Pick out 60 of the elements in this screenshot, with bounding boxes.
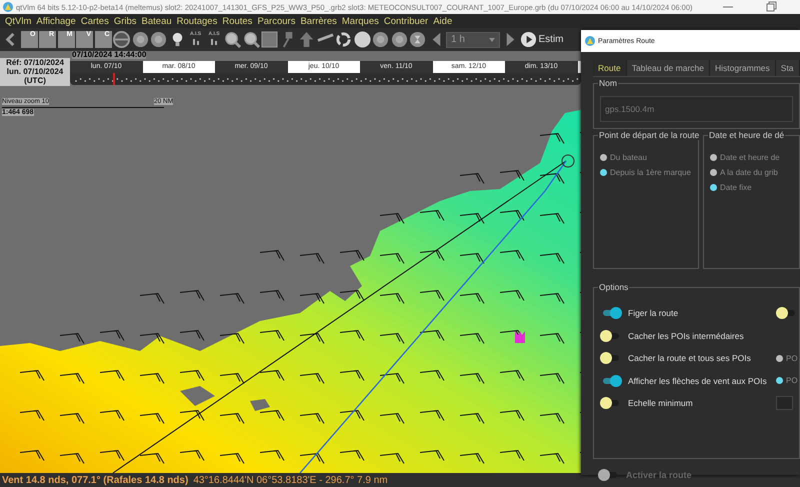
menu-item[interactable]: Contribuer — [384, 16, 428, 26]
menu-item[interactable]: Affichage — [36, 16, 76, 26]
position-reading: 43°16.8444'N 06°53.8183'E - 296.7° 7.9 nm — [193, 475, 388, 486]
sphere-icon[interactable] — [354, 31, 370, 48]
tab[interactable]: Histogrammes — [710, 60, 776, 76]
menu-item[interactable]: Bateau — [142, 16, 172, 26]
circle-icon[interactable] — [113, 31, 130, 48]
menu-item[interactable]: Barrères — [300, 16, 337, 26]
option-label: Cacher les POIs intermédaires — [628, 330, 745, 341]
app-logo-icon — [3, 2, 13, 12]
tab[interactable]: Sta — [776, 60, 800, 76]
disc-icon[interactable] — [390, 31, 408, 48]
menu-item[interactable]: Parcours — [257, 16, 296, 26]
radio-option[interactable]: Du bateau — [600, 150, 692, 165]
square-icon[interactable] — [261, 31, 278, 48]
option-label: Echelle minimum — [628, 398, 694, 408]
menu-item[interactable]: Gribs — [114, 16, 137, 26]
radio-option[interactable]: PO — [776, 350, 798, 366]
radio-option[interactable]: A la date du grib — [710, 165, 793, 180]
current-time: 07/10/2024 14:44:00 — [72, 51, 146, 59]
radio-option[interactable]: Depuis la 1ère marque — [600, 165, 692, 180]
bars-icon — [190, 37, 200, 45]
option-label: Cacher la route et tous ses POIs — [628, 353, 752, 364]
input-field[interactable] — [776, 396, 793, 410]
disc-icon[interactable] — [132, 31, 148, 48]
group-title: Date et heure de dé — [708, 130, 786, 140]
app-logo-icon — [585, 36, 595, 46]
hourglass-icon[interactable] — [409, 31, 426, 48]
disc-icon[interactable] — [372, 31, 389, 48]
timeline-track[interactable] — [70, 73, 581, 85]
menu-item[interactable]: Marques — [342, 16, 379, 26]
menu-item[interactable]: QtVlm — [5, 16, 32, 26]
radio-option[interactable]: PO — [776, 373, 798, 388]
radio-option[interactable]: Date et heure de — [710, 150, 793, 165]
tab[interactable]: Tableau de marche — [626, 60, 710, 76]
play-icon[interactable] — [520, 31, 537, 48]
menu-item[interactable]: Routes — [222, 16, 252, 26]
menu-item[interactable]: Aide — [433, 16, 452, 26]
menu-item[interactable]: Cartes — [80, 16, 109, 26]
radio-option[interactable]: Date fixe — [710, 180, 793, 195]
disc-icon[interactable] — [150, 31, 167, 48]
reference-date: Réf: 07/10/2024 — [6, 58, 64, 67]
group-title: Nom — [598, 78, 618, 88]
group-title: Point de départ de la route — [598, 130, 700, 140]
toolbar-label[interactable]: Estim — [538, 34, 564, 45]
magnifier-icon[interactable] — [242, 31, 260, 48]
bars-icon — [209, 37, 219, 45]
group-title: Options — [598, 282, 630, 292]
refresh-icon[interactable] — [335, 31, 352, 48]
caret-icon — [489, 38, 495, 42]
option-label: Activer la route — [626, 470, 692, 480]
time-marker[interactable] — [113, 73, 115, 85]
current-date: lun. 07/10/2024 — [6, 67, 64, 76]
option-label: Figer la route — [628, 308, 680, 318]
timezone-label: (UTC) — [24, 76, 46, 85]
option-label: Afficher les flèches de vent aux POIs — [628, 376, 768, 386]
magnifier-icon[interactable] — [224, 31, 241, 48]
up-arrow-icon[interactable] — [298, 31, 315, 48]
menu-item[interactable]: Routages — [176, 16, 218, 26]
wind-reading: Vent 14.8 nds, 077.1° (Rafales 14.8 nds) — [2, 475, 188, 486]
